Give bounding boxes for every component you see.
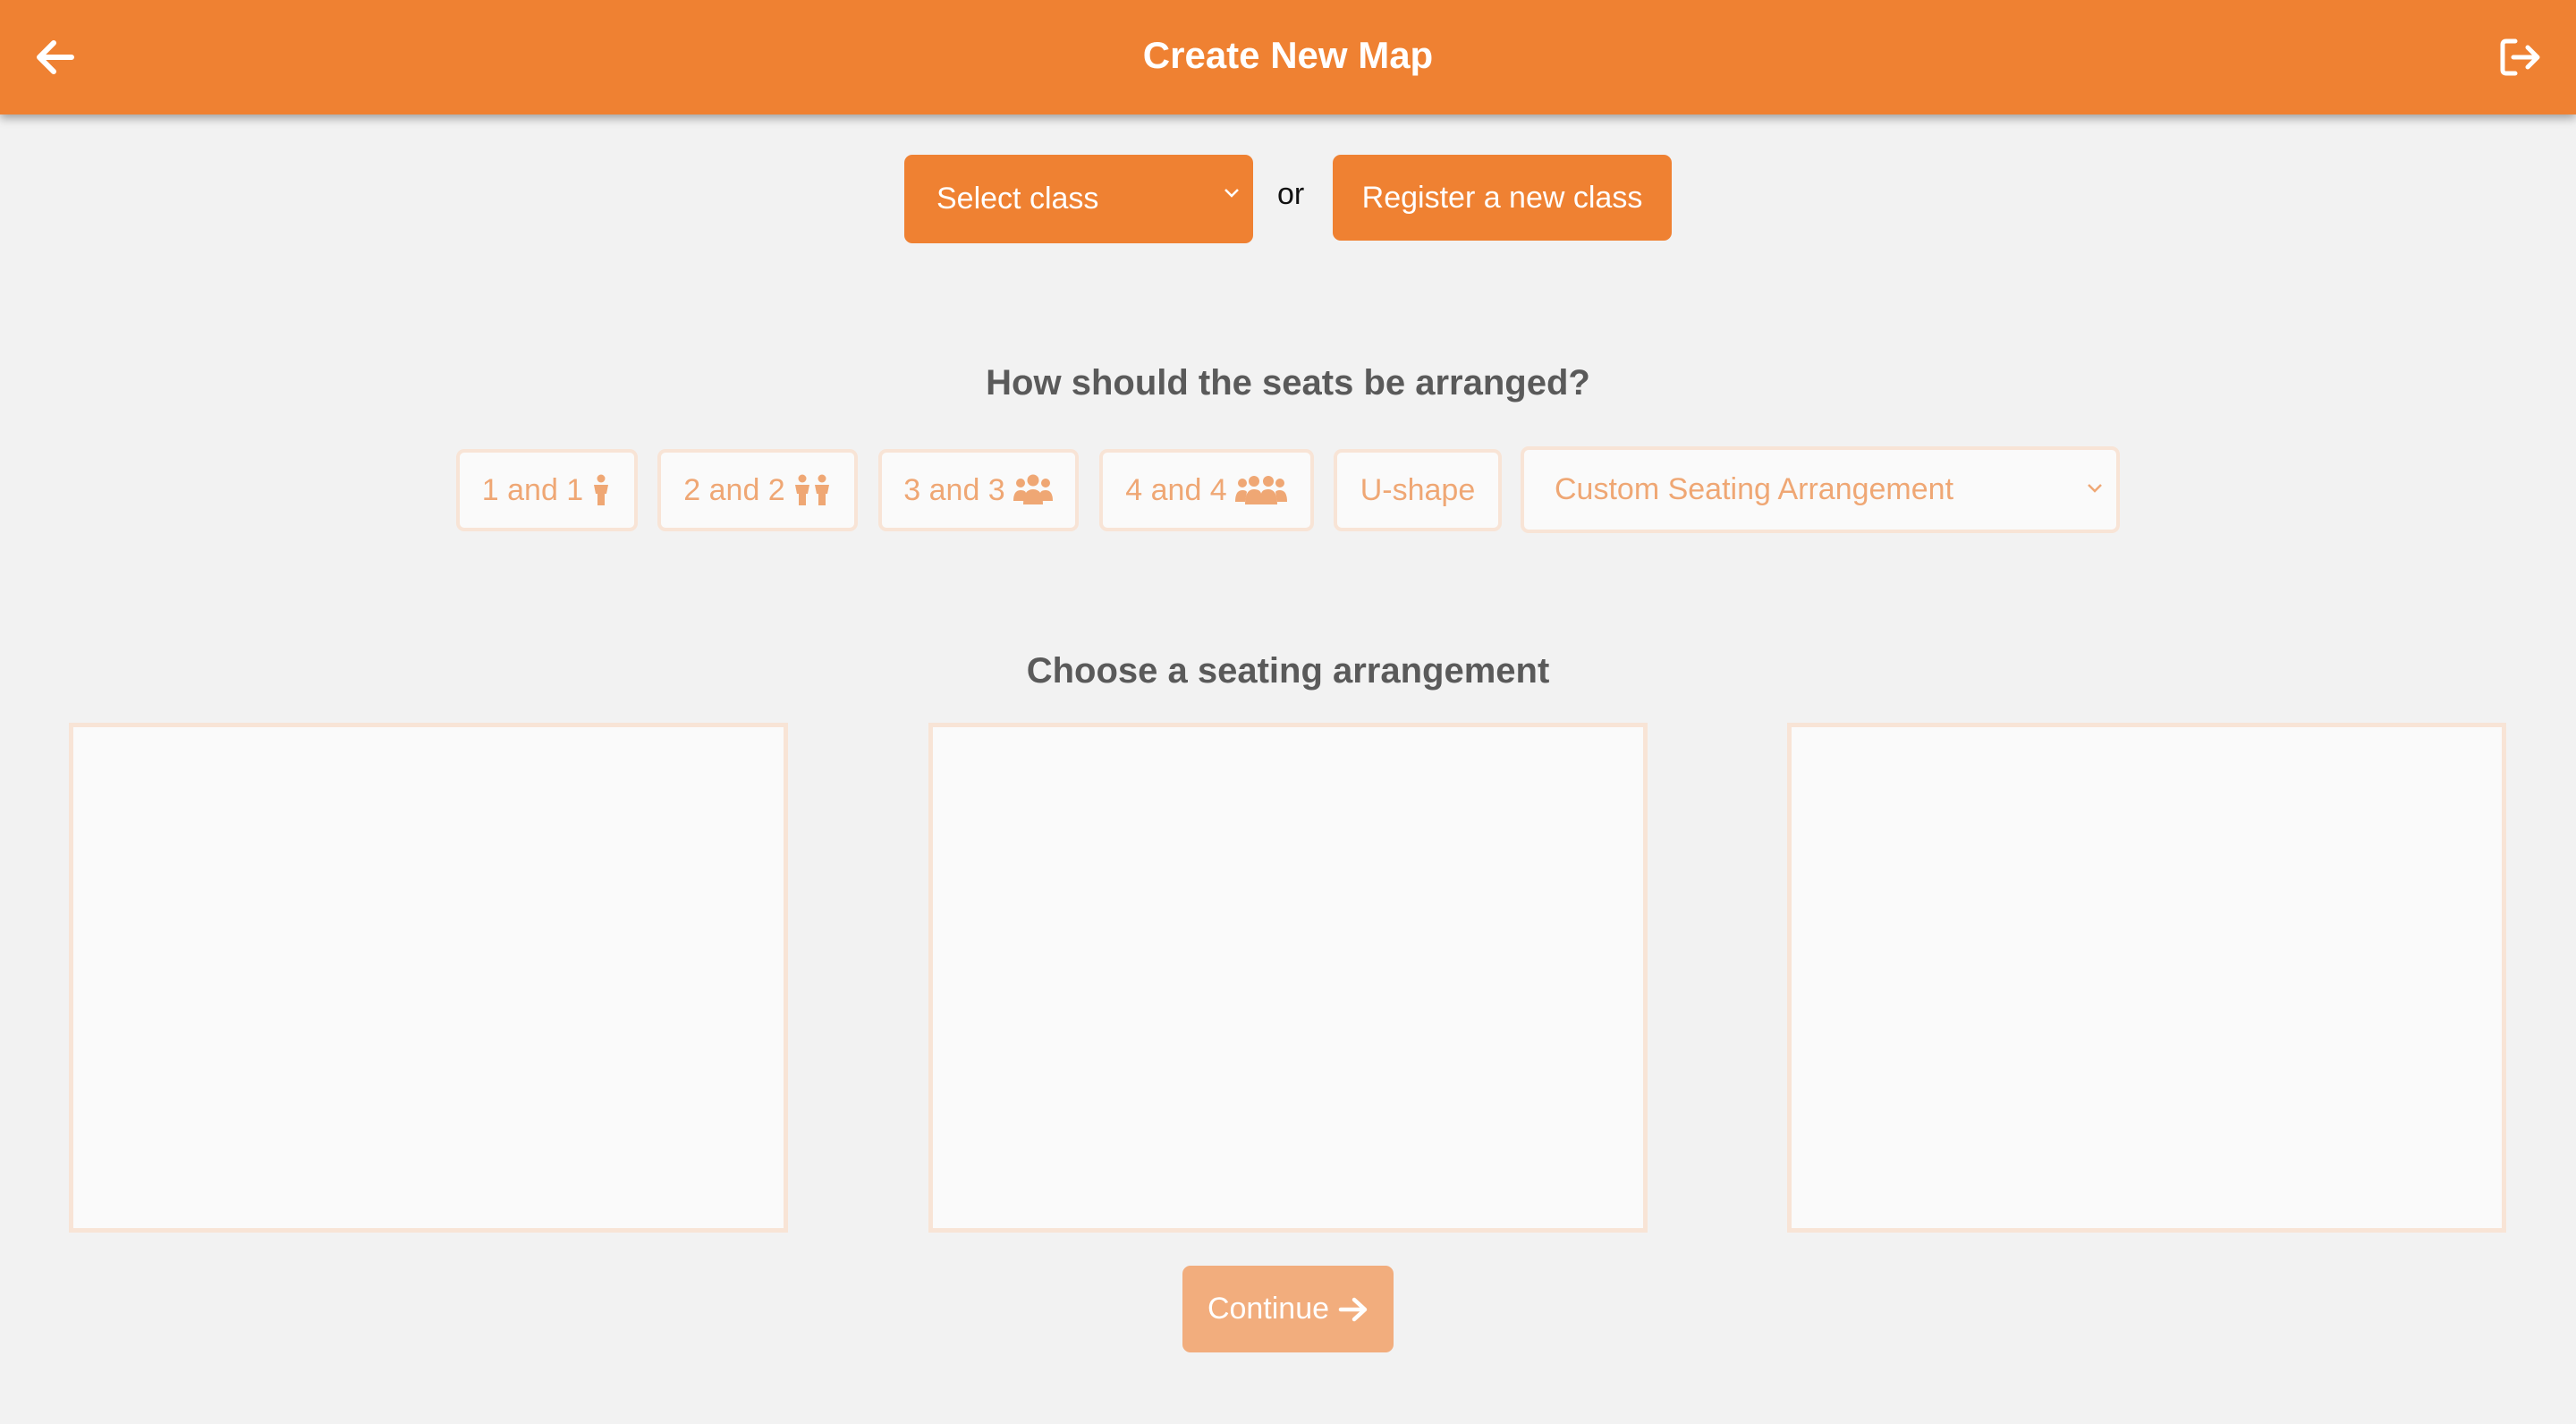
- or-label: or: [1277, 177, 1305, 211]
- arrangement-card-1[interactable]: [69, 723, 788, 1233]
- chevron-down-icon: [2088, 484, 2102, 493]
- seat-option-label: 1 and 1: [481, 472, 584, 507]
- two-people-icon: [794, 474, 829, 505]
- arrangement-heading: Choose a seating arrangement: [1026, 651, 1550, 691]
- person-icon: [594, 474, 609, 505]
- seat-option-2-and-2[interactable]: 2 and 2: [657, 449, 858, 531]
- custom-seating-select[interactable]: Custom Seating Arrangement: [1521, 446, 2120, 533]
- app-header: Create New Map: [0, 0, 2576, 114]
- seat-option-label: 4 and 4: [1125, 472, 1227, 507]
- arrangement-card-3[interactable]: [1787, 723, 2506, 1233]
- chevron-down-icon: [1224, 189, 1239, 198]
- custom-seating-select-value: Custom Seating Arrangement: [1555, 472, 1954, 506]
- continue-label: Continue: [1207, 1292, 1330, 1326]
- create-map-page: Create New Map Select class or Register …: [0, 0, 2576, 1424]
- three-people-icon: [1013, 474, 1053, 504]
- seat-option-label: 2 and 2: [683, 472, 785, 507]
- class-select[interactable]: Select class: [904, 155, 1253, 243]
- page-title: Create New Map: [1142, 34, 1434, 76]
- seat-option-label: 3 and 3: [903, 472, 1005, 507]
- seat-option-1-and-1[interactable]: 1 and 1: [456, 449, 638, 531]
- continue-button[interactable]: Continue: [1182, 1266, 1394, 1352]
- four-people-icon: [1234, 476, 1287, 504]
- sign-out-icon: [2500, 38, 2540, 76]
- register-class-button[interactable]: Register a new class: [1333, 155, 1672, 241]
- logout-button[interactable]: [2490, 27, 2551, 88]
- arrangement-card-2[interactable]: [928, 723, 1648, 1233]
- seat-arrangement-question: How should the seats be arranged?: [986, 363, 1590, 403]
- seat-option-3-and-3[interactable]: 3 and 3: [878, 449, 1079, 531]
- seat-option-u-shape[interactable]: U-shape: [1334, 449, 1502, 531]
- seat-option-label: U-shape: [1360, 472, 1476, 507]
- class-select-value: Select class: [936, 182, 1099, 216]
- arrow-right-icon: [1338, 1297, 1368, 1321]
- seat-option-4-and-4[interactable]: 4 and 4: [1099, 449, 1314, 531]
